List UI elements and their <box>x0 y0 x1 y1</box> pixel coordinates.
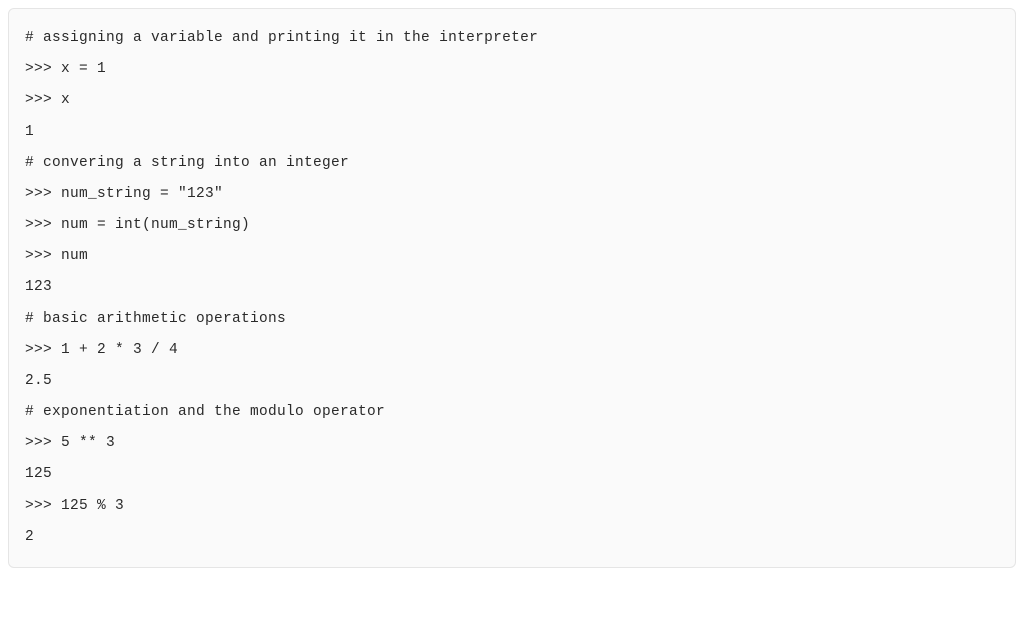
code-line: 2.5 <box>25 366 999 397</box>
code-line: >>> num_string = "123" <box>25 179 999 210</box>
code-line: >>> 1 + 2 * 3 / 4 <box>25 335 999 366</box>
code-line: 125 <box>25 459 999 490</box>
code-line: >>> num <box>25 241 999 272</box>
code-line: 1 <box>25 117 999 148</box>
code-line: >>> num = int(num_string) <box>25 210 999 241</box>
code-line: # basic arithmetic operations <box>25 304 999 335</box>
code-line: # assigning a variable and printing it i… <box>25 23 999 54</box>
code-block: # assigning a variable and printing it i… <box>8 8 1016 568</box>
code-line: >>> x = 1 <box>25 54 999 85</box>
code-line: >>> x <box>25 85 999 116</box>
code-line: 123 <box>25 272 999 303</box>
code-line: 2 <box>25 522 999 553</box>
code-line: # exponentiation and the modulo operator <box>25 397 999 428</box>
code-line: # convering a string into an integer <box>25 148 999 179</box>
code-line: >>> 125 % 3 <box>25 491 999 522</box>
code-line: >>> 5 ** 3 <box>25 428 999 459</box>
